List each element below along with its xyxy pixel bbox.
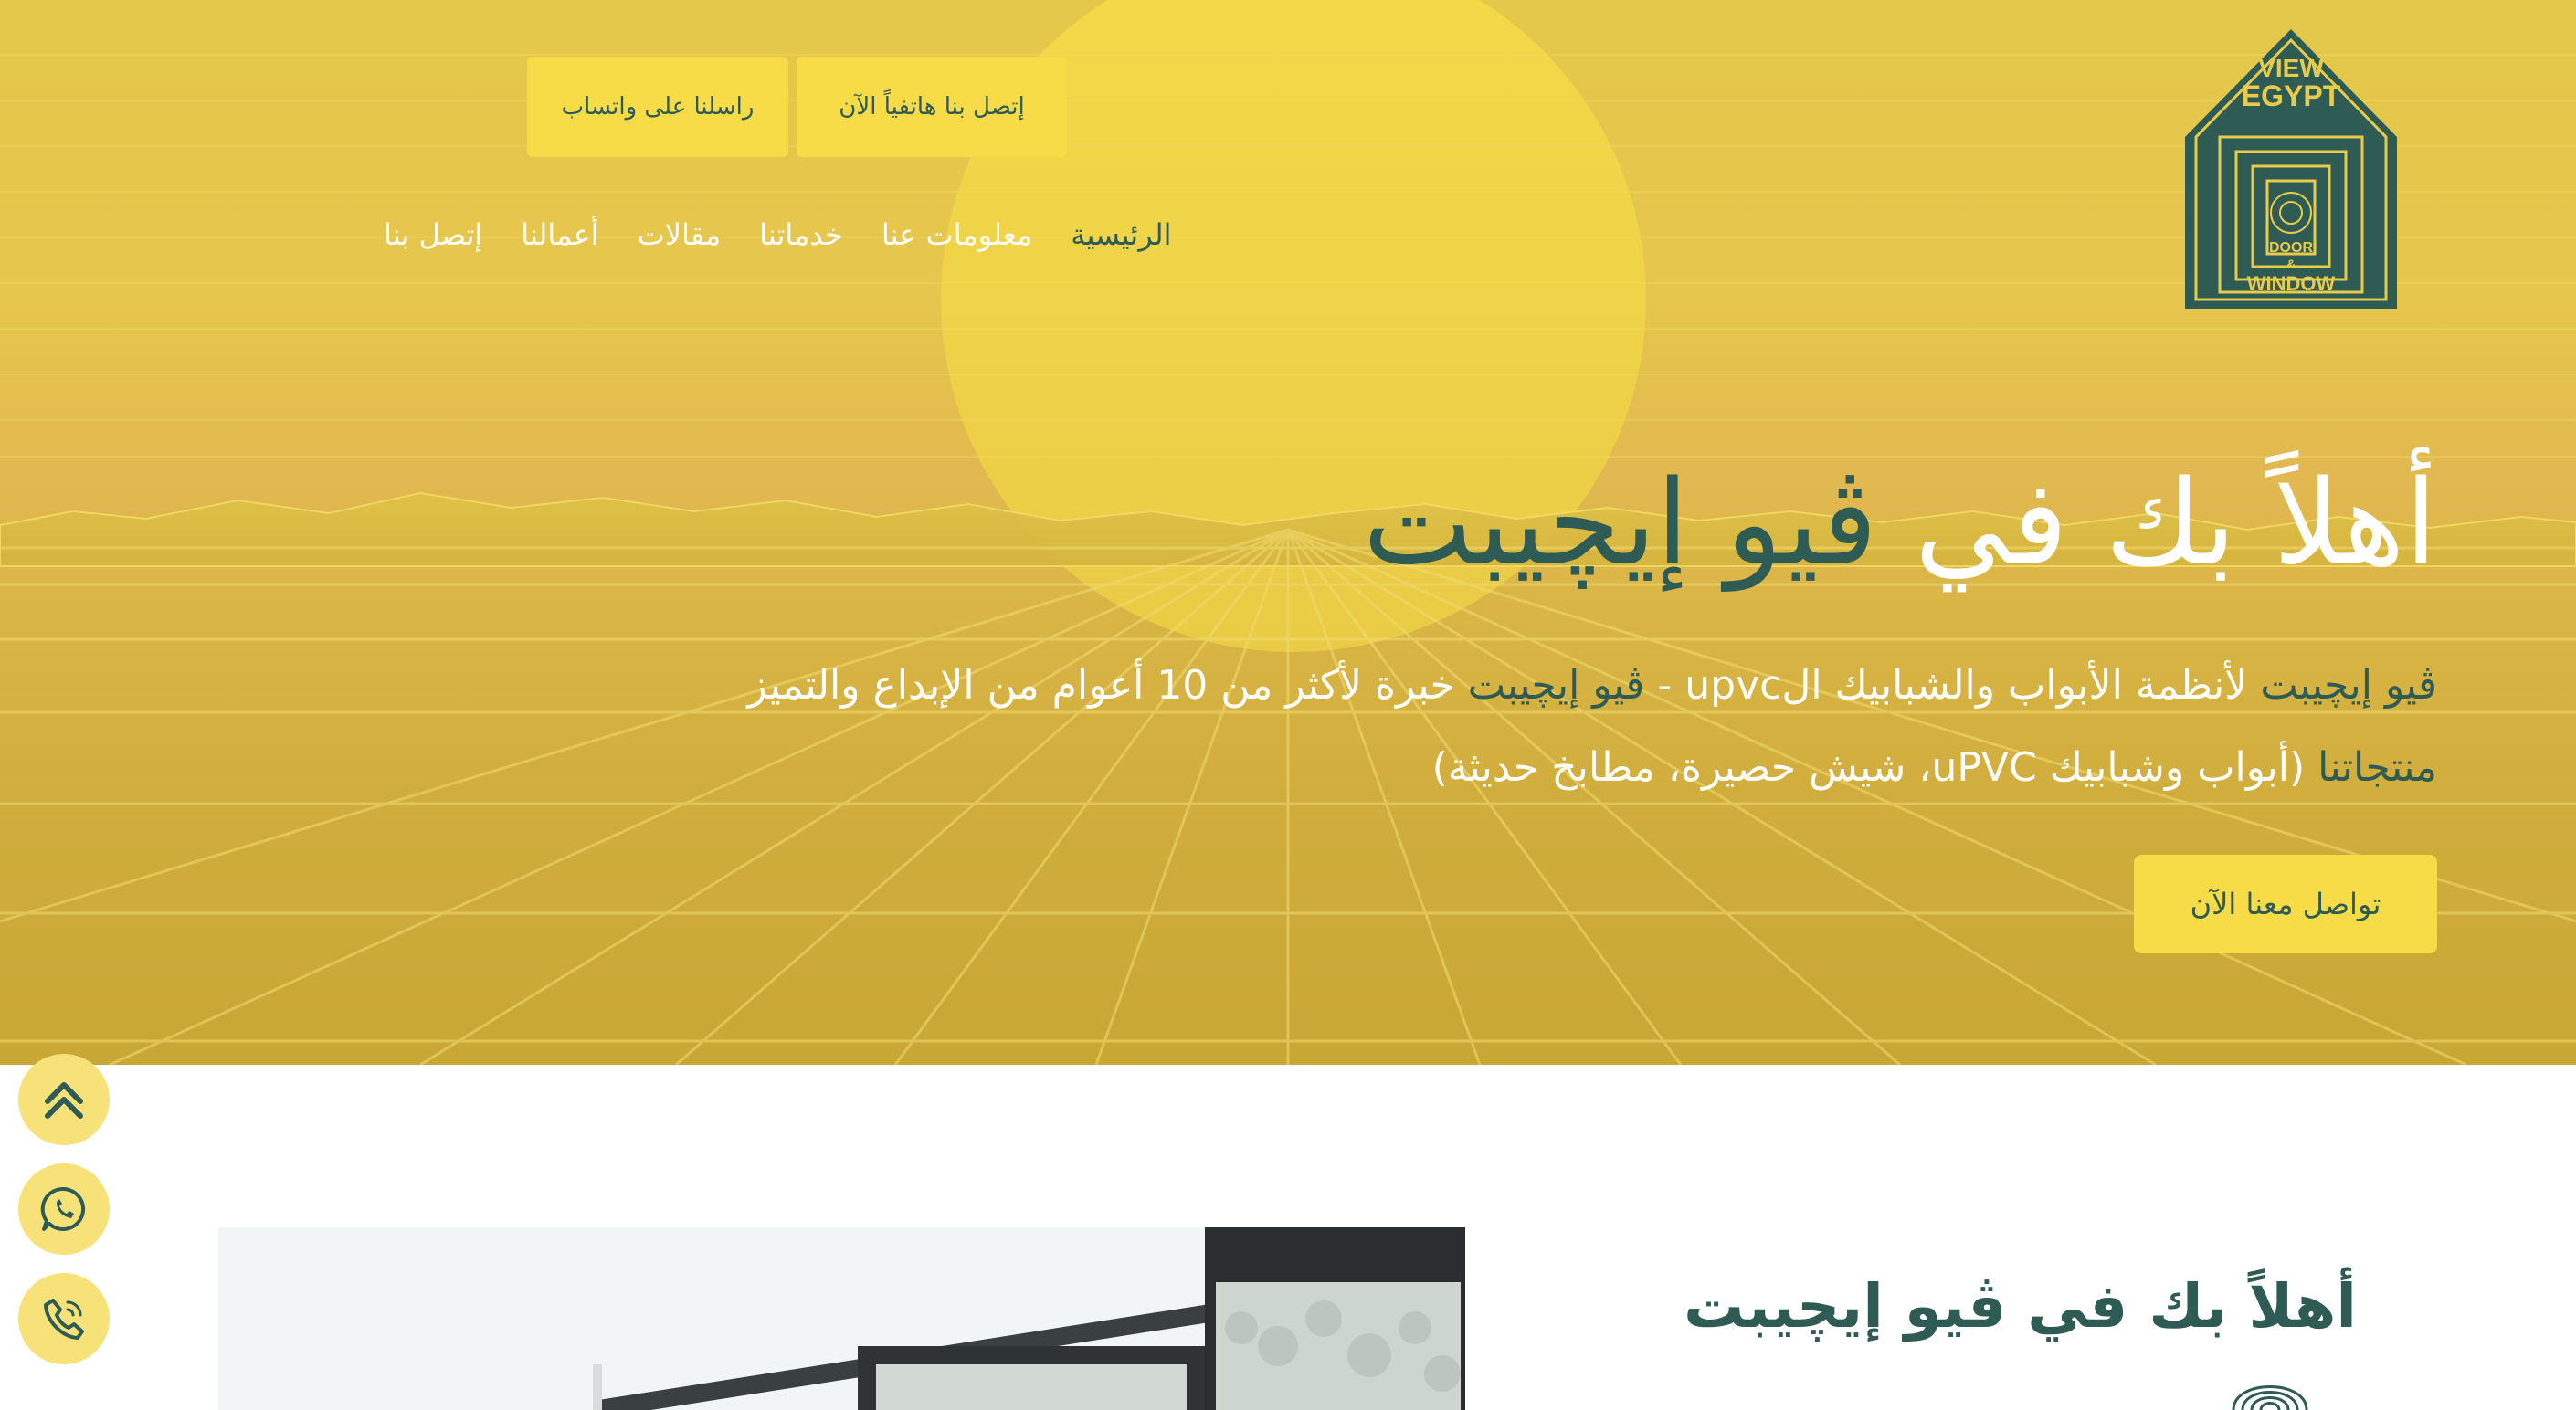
logo-text-window: WINDOW bbox=[2247, 272, 2336, 295]
nav-item-about[interactable]: معلومات عنا bbox=[882, 217, 1032, 252]
hero-title-brand: ڤيو إيچيبت bbox=[1362, 456, 1878, 592]
window-photo bbox=[218, 1227, 1465, 1410]
phone-icon bbox=[44, 1299, 84, 1340]
hero-description-line2: منتجاتنا (أبواب وشبابيك uPVC، شيش حصيرة،… bbox=[1432, 744, 2437, 791]
hero-products-label: منتجاتنا bbox=[2317, 744, 2437, 791]
logo-text-view: VIEW bbox=[2258, 54, 2324, 82]
hero-brand-mention: ڤيو إيچيبت bbox=[2260, 662, 2437, 709]
scroll-to-top-button[interactable] bbox=[18, 1054, 110, 1145]
nav-item-home[interactable]: الرئيسية bbox=[1071, 217, 1171, 252]
fingerprint-decoration-icon bbox=[2232, 1385, 2308, 1410]
double-chevron-up-icon bbox=[45, 1082, 83, 1119]
nav-item-articles[interactable]: مقالات bbox=[638, 217, 721, 252]
hero-section: VIEW EGYPT DOOR & WINDOW إتصل بنا هاتفيا… bbox=[0, 0, 2576, 1065]
hero-description-line1: ڤيو إيچيبت لأنظمة الأبواب والشبابيك الup… bbox=[747, 662, 2437, 709]
whatsapp-icon bbox=[40, 1186, 86, 1231]
logo-text-door: DOOR bbox=[2269, 240, 2313, 256]
whatsapp-message-button[interactable]: راسلنا على واتساب bbox=[527, 57, 788, 157]
window-photo-illustration bbox=[218, 1227, 1465, 1410]
nav-item-services[interactable]: خدماتنا bbox=[759, 217, 843, 252]
hero-brand-mention-2: ڤيو إيچيبت bbox=[1467, 662, 1645, 709]
nav-item-works[interactable]: أعمالنا bbox=[521, 217, 598, 252]
hero-title-prefix: أهلاً بك في bbox=[1914, 456, 2437, 592]
logo-text-amp: & bbox=[2286, 257, 2296, 271]
logo-text-egypt: EGYPT bbox=[2242, 79, 2341, 112]
whatsapp-float-button[interactable] bbox=[18, 1163, 110, 1255]
nav-item-contact[interactable]: إتصل بنا bbox=[384, 217, 482, 252]
view-egypt-logo[interactable]: VIEW EGYPT DOOR & WINDOW bbox=[2180, 26, 2402, 310]
hero-products-list: (أبواب وشبابيك uPVC، شيش حصيرة، مطابخ حد… bbox=[1431, 744, 2306, 791]
contact-us-now-button[interactable]: تواصل معنا الآن bbox=[2134, 855, 2437, 953]
hero-line1-text: لأنظمة الأبواب والشبابيك الupvc - bbox=[1657, 662, 2248, 709]
about-section-title: أهلاً بك في ڤيو إيچيبت bbox=[1684, 1271, 2357, 1342]
phone-float-button[interactable] bbox=[18, 1273, 110, 1364]
hero-title: أهلاً بك في ڤيو إيچيبت bbox=[1363, 457, 2437, 591]
call-now-button[interactable]: إتصل بنا هاتفياً الآن bbox=[797, 57, 1067, 157]
main-nav: الرئيسية معلومات عنا خدماتنا مقالات أعما… bbox=[384, 212, 1206, 258]
hero-line1-experience: خبرة لأكثر من 10 أعوام من الإبداع والتمي… bbox=[747, 662, 1455, 709]
